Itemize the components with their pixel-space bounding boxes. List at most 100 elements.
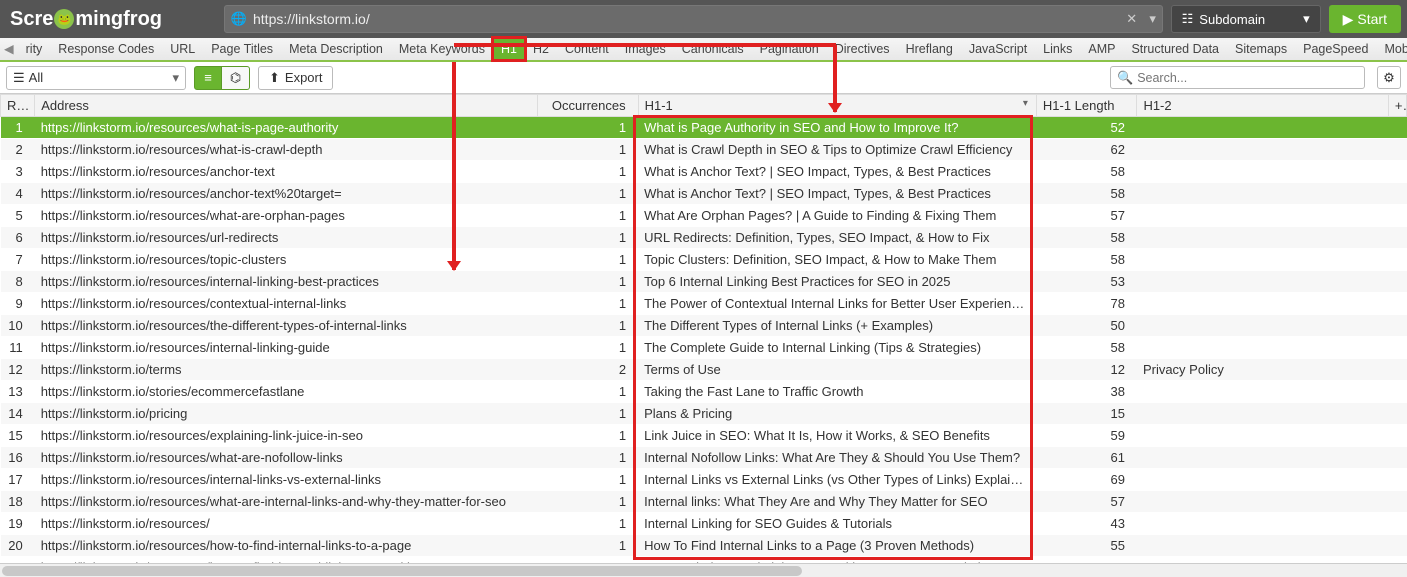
table-row[interactable]: 9https://linkstorm.io/resources/contextu… (1, 293, 1407, 315)
tab-structured-data[interactable]: Structured Data (1123, 38, 1227, 60)
col-h1-1-length[interactable]: H1-1 Length (1036, 95, 1137, 117)
col-row[interactable]: Row (1, 95, 35, 117)
play-icon: ▶ (1343, 11, 1354, 28)
start-button[interactable]: ▶ Start (1329, 5, 1401, 33)
tab-javascript[interactable]: JavaScript (961, 38, 1035, 60)
table-row[interactable]: 12https://linkstorm.io/terms2Terms of Us… (1, 359, 1407, 381)
cell-address: https://linkstorm.io/resources/what-is-c… (35, 139, 538, 161)
url-dropdown-icon[interactable]: ▾ (1144, 11, 1162, 27)
logo-text-1: Scre (10, 8, 53, 31)
tab-canonicals[interactable]: Canonicals (674, 38, 752, 60)
table-row[interactable]: 4https://linkstorm.io/resources/anchor-t… (1, 183, 1407, 205)
cell-plus (1388, 381, 1406, 403)
tab-meta-keywords[interactable]: Meta Keywords (391, 38, 493, 60)
tab-bar: ◀rityResponse CodesURLPage TitlesMeta De… (0, 38, 1407, 62)
tab-mobile[interactable]: Mobile (1376, 38, 1407, 60)
tab-directives[interactable]: Directives (827, 38, 898, 60)
cell-plus (1388, 293, 1406, 315)
col-occurrences[interactable]: Occurrences (538, 95, 639, 117)
table-row[interactable]: 8https://linkstorm.io/resources/internal… (1, 271, 1407, 293)
col-add[interactable]: + (1388, 95, 1406, 117)
tab-url[interactable]: URL (162, 38, 203, 60)
cell-plus (1388, 513, 1406, 535)
scrollbar-thumb[interactable] (2, 566, 802, 576)
table-row[interactable]: 19https://linkstorm.io/resources/1Intern… (1, 513, 1407, 535)
cell-h1-1-length: 57 (1036, 491, 1137, 513)
cell-h1-1-length: 52 (1036, 117, 1137, 139)
cell-address: https://linkstorm.io/resources/internal-… (35, 271, 538, 293)
cell-h1-1: What Are Orphan Pages? | A Guide to Find… (638, 205, 1036, 227)
cell-h1-1: Top 6 Internal Linking Best Practices fo… (638, 271, 1036, 293)
cell-h1-1-length: 58 (1036, 337, 1137, 359)
table-row[interactable]: 5https://linkstorm.io/resources/what-are… (1, 205, 1407, 227)
table-row[interactable]: 1https://linkstorm.io/resources/what-is-… (1, 117, 1407, 139)
globe-icon: 🌐 (225, 11, 253, 27)
table-row[interactable]: 18https://linkstorm.io/resources/what-ar… (1, 491, 1407, 513)
results-grid[interactable]: Row Address Occurrences H1-1 H1-1 Length… (0, 94, 1407, 563)
tab-scroll-left[interactable]: ◀ (0, 38, 18, 60)
search-input[interactable] (1137, 71, 1358, 85)
cell-h1-2 (1137, 535, 1388, 557)
annotation-arrow (452, 62, 456, 270)
cell-address: https://linkstorm.io/resources/what-is-p… (35, 117, 538, 139)
tab-pagespeed[interactable]: PageSpeed (1295, 38, 1376, 60)
tree-view-button[interactable]: ⌬ (222, 66, 250, 90)
tab-h2[interactable]: H2 (525, 38, 557, 60)
list-view-button[interactable]: ≡ (194, 66, 222, 90)
horizontal-scrollbar[interactable] (0, 563, 1407, 577)
url-bar[interactable]: 🌐 ✕ ▾ (224, 5, 1163, 33)
cell-address: https://linkstorm.io/resources/what-are-… (35, 447, 538, 469)
mode-selector[interactable]: ☷ Subdomain ▾ (1171, 5, 1321, 33)
tab-content[interactable]: Content (557, 38, 617, 60)
cell-occurrences: 1 (538, 425, 639, 447)
table-row[interactable]: 14https://linkstorm.io/pricing1Plans & P… (1, 403, 1407, 425)
table-row[interactable]: 3https://linkstorm.io/resources/anchor-t… (1, 161, 1407, 183)
table-row[interactable]: 2https://linkstorm.io/resources/what-is-… (1, 139, 1407, 161)
table-row[interactable]: 15https://linkstorm.io/resources/explain… (1, 425, 1407, 447)
tab-page-titles[interactable]: Page Titles (203, 38, 281, 60)
tab-meta-description[interactable]: Meta Description (281, 38, 391, 60)
filter-label: All (29, 70, 43, 85)
col-address[interactable]: Address (35, 95, 538, 117)
chevron-down-icon: ▾ (1303, 11, 1310, 27)
table-row[interactable]: 17https://linkstorm.io/resources/interna… (1, 469, 1407, 491)
cell-plus (1388, 425, 1406, 447)
cell-address: https://linkstorm.io/resources/contextua… (35, 293, 538, 315)
table-row[interactable]: 13https://linkstorm.io/stories/ecommerce… (1, 381, 1407, 403)
tab-sitemaps[interactable]: Sitemaps (1227, 38, 1295, 60)
filter-dropdown[interactable]: ☰ All ▾ (6, 66, 186, 90)
clear-url-icon[interactable]: ✕ (1120, 11, 1144, 27)
cell-h1-1-length: 62 (1036, 139, 1137, 161)
table-row[interactable]: 6https://linkstorm.io/resources/url-redi… (1, 227, 1407, 249)
cell-occurrences: 1 (538, 491, 639, 513)
cell-h1-1: Plans & Pricing (638, 403, 1036, 425)
tab-rity[interactable]: rity (18, 38, 51, 60)
cell-rownum: 17 (1, 469, 35, 491)
export-button[interactable]: ⬆ Export (258, 66, 333, 90)
tab-pagination[interactable]: Pagination (752, 38, 827, 60)
table-row[interactable]: 7https://linkstorm.io/resources/topic-cl… (1, 249, 1407, 271)
cell-rownum: 19 (1, 513, 35, 535)
table-row[interactable]: 11https://linkstorm.io/resources/interna… (1, 337, 1407, 359)
tab-response-codes[interactable]: Response Codes (50, 38, 162, 60)
cell-address: https://linkstorm.io/resources/internal-… (35, 469, 538, 491)
table-row[interactable]: 20https://linkstorm.io/resources/how-to-… (1, 535, 1407, 557)
table-row[interactable]: 16https://linkstorm.io/resources/what-ar… (1, 447, 1407, 469)
cell-h1-1-length: 50 (1036, 315, 1137, 337)
cell-h1-2 (1137, 227, 1388, 249)
settings-button[interactable]: ⚙ (1377, 66, 1401, 89)
cell-h1-1: How To Find Internal Links to a Page (3 … (638, 535, 1036, 557)
col-h1-2[interactable]: H1-2 (1137, 95, 1388, 117)
cell-address: https://linkstorm.io/resources/url-redir… (35, 227, 538, 249)
tab-hreflang[interactable]: Hreflang (898, 38, 961, 60)
url-input[interactable] (253, 11, 1120, 27)
tab-images[interactable]: Images (617, 38, 674, 60)
cell-h1-1-length: 12 (1036, 359, 1137, 381)
cell-address: https://linkstorm.io/resources/explainin… (35, 425, 538, 447)
tab-h1[interactable]: H1 (493, 38, 525, 60)
tab-amp[interactable]: AMP (1080, 38, 1123, 60)
tab-links[interactable]: Links (1035, 38, 1080, 60)
search-box[interactable]: 🔍 (1110, 66, 1365, 89)
cell-occurrences: 1 (538, 183, 639, 205)
table-row[interactable]: 10https://linkstorm.io/resources/the-dif… (1, 315, 1407, 337)
